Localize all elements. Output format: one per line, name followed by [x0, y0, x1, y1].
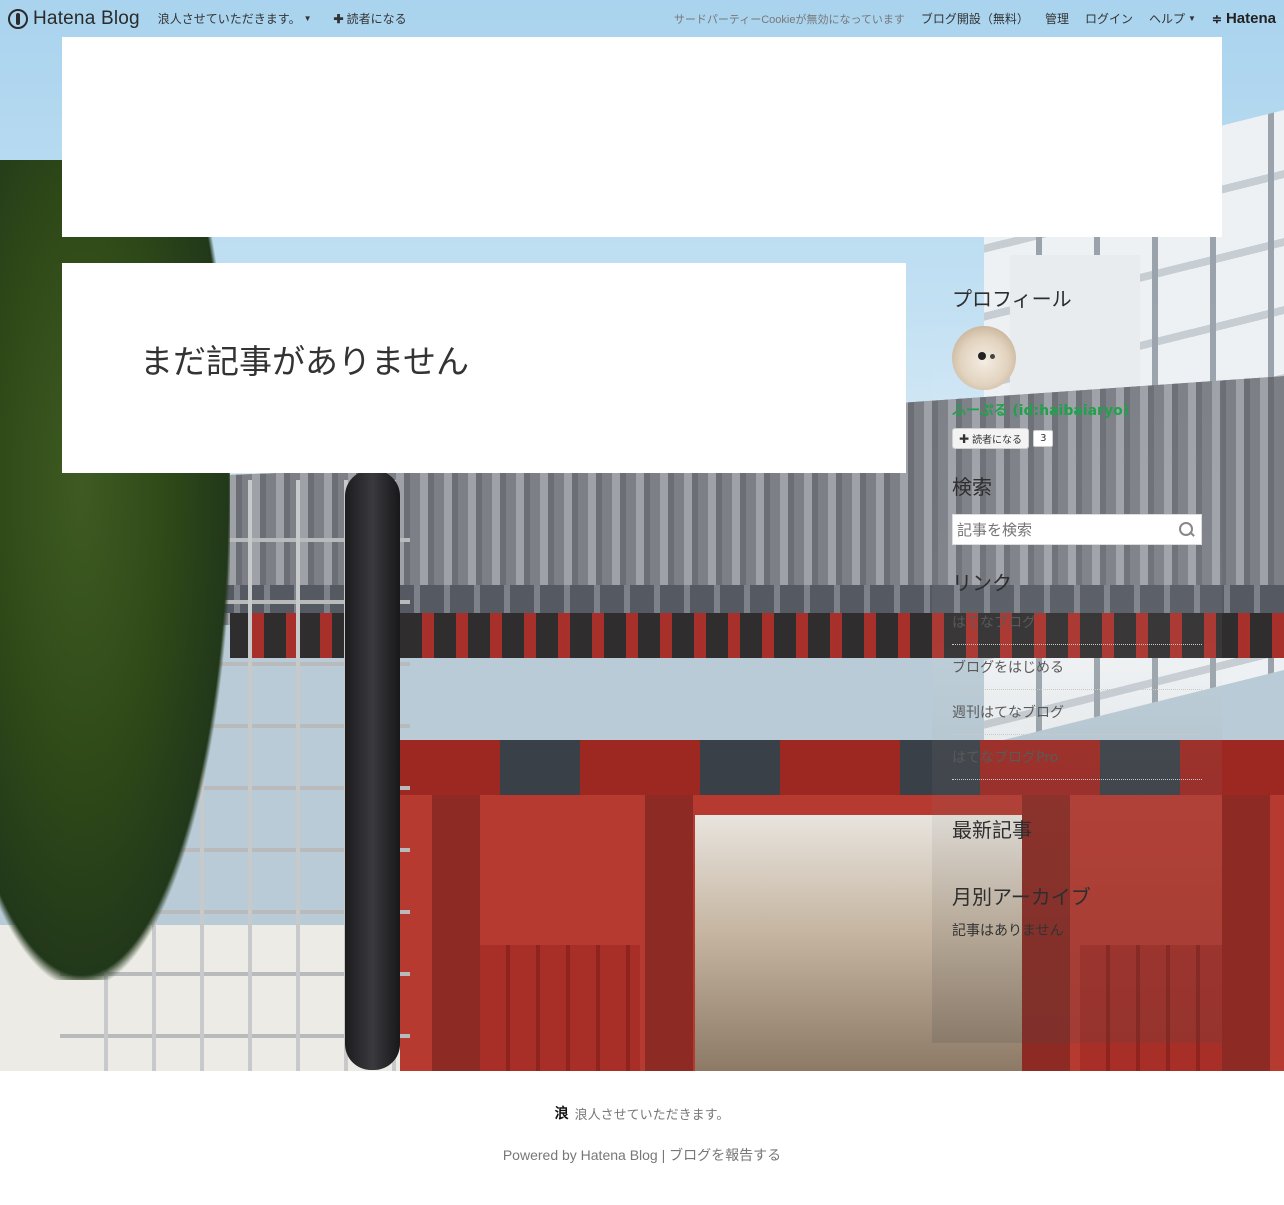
hatena-logo[interactable]: ≑ Hatena: [1212, 10, 1276, 27]
no-entries-message: まだ記事がありません: [140, 342, 470, 381]
help-label: ヘルプ: [1148, 12, 1185, 26]
footer: 浪 浪人させていただきます。 Powered by Hatena Blog | …: [0, 1071, 1284, 1205]
login-link[interactable]: ログイン: [1085, 10, 1133, 27]
link-hatena-blog-pro[interactable]: はてなブログPro: [952, 750, 1058, 766]
search-input[interactable]: [957, 520, 1177, 539]
caret-down-icon: ▼: [1187, 14, 1196, 23]
hatena-blog-logo-icon: [8, 8, 28, 29]
blog-favicon-icon: 浪: [554, 1105, 569, 1121]
bg-wrapped-pole: [345, 470, 400, 1070]
avatar[interactable]: [952, 326, 1016, 390]
link-start-blog[interactable]: ブログをはじめる: [952, 660, 1064, 676]
profile-subscribe-button[interactable]: ✚ 読者になる: [952, 428, 1030, 449]
brand-text: Hatena Blog: [33, 7, 140, 29]
list-item: はてなブログPro: [952, 735, 1202, 780]
blog-menu-dropdown[interactable]: 浪人させていただきます。 ▼: [158, 10, 312, 27]
bg-pillar: [645, 795, 693, 1071]
footer-blog-title-text: 浪人させていただきます。: [574, 1106, 730, 1122]
sidebar: プロフィール ふーぷる (id:haibaiaryo) ✚ 読者になる 3 検索…: [932, 263, 1222, 1043]
blog-menu-label: 浪人させていただきます。: [157, 12, 301, 26]
profile-subscribe-label: 読者になる: [972, 435, 1023, 446]
profile-subscribe-row: ✚ 読者になる 3: [952, 428, 1202, 449]
search-title: 検索: [952, 475, 992, 499]
recent-entries-title: 最新記事: [952, 818, 1032, 842]
bg-pillar: [1222, 795, 1270, 1071]
footer-powered-row: Powered by Hatena Blog | ブログを報告する: [0, 1145, 1284, 1165]
cookie-notice: サードパーティーCookieが無効になっています: [673, 13, 905, 26]
links-title: リンク: [952, 571, 1012, 595]
blog-header: [62, 37, 1222, 237]
profile-name-link[interactable]: ふーぷる (id:haibaiaryo): [952, 400, 1202, 420]
subscribe-button[interactable]: ✚ 読者になる: [334, 10, 407, 27]
bg-gate-door-left: [480, 945, 640, 1071]
search-icon[interactable]: [1177, 520, 1197, 540]
subscribe-label: 読者になる: [346, 12, 407, 26]
list-item: はてなブログ: [952, 600, 1202, 645]
powered-by-link[interactable]: Powered by Hatena Blog: [503, 1147, 658, 1163]
hatena-mark-icon: ≑: [1211, 11, 1222, 26]
plus-icon: ✚: [959, 431, 970, 446]
link-list: はてなブログ ブログをはじめる 週刊はてなブログ はてなブログPro: [952, 600, 1202, 780]
links-module: リンク はてなブログ ブログをはじめる 週刊はてなブログ はてなブログPro: [952, 567, 1202, 780]
search-box: [952, 514, 1202, 545]
list-item: 週刊はてなブログ: [952, 690, 1202, 735]
admin-link[interactable]: 管理: [1045, 10, 1069, 27]
global-header-right: サードパーティーCookieが無効になっています ブログ開設（無料） 管理 ログ…: [674, 10, 1276, 27]
caret-down-icon: ▼: [303, 14, 312, 23]
hatena-logo-text: Hatena: [1225, 10, 1276, 27]
list-item: ブログをはじめる: [952, 645, 1202, 690]
report-blog-link[interactable]: ブログを報告する: [669, 1147, 781, 1163]
subscriber-count: 3: [1033, 430, 1054, 447]
footer-blog-title[interactable]: 浪 浪人させていただきます。: [0, 1103, 1284, 1123]
archive-empty-text: 記事はありません: [952, 923, 1064, 939]
archive-module: 月別アーカイブ 記事はありません: [952, 881, 1202, 940]
help-dropdown[interactable]: ヘルプ ▼: [1149, 10, 1196, 27]
open-blog-link[interactable]: ブログ開設（無料）: [921, 10, 1029, 27]
hatena-blog-logo[interactable]: Hatena Blog: [8, 8, 140, 30]
link-weekly-hatena-blog[interactable]: 週刊はてなブログ: [952, 705, 1064, 721]
search-module: 検索: [952, 471, 1202, 545]
main-content: まだ記事がありません: [62, 263, 906, 473]
profile-module: プロフィール ふーぷる (id:haibaiaryo) ✚ 読者になる 3: [952, 283, 1202, 449]
plus-icon: ✚: [333, 11, 344, 26]
archive-title: 月別アーカイブ: [952, 885, 1091, 909]
recent-entries-module: 最新記事: [952, 814, 1202, 843]
global-header: Hatena Blog 浪人させていただきます。 ▼ ✚ 読者になる サードパー…: [0, 0, 1284, 37]
bg-pillar: [432, 795, 480, 1071]
link-hatena-blog[interactable]: はてなブログ: [952, 615, 1036, 631]
profile-title: プロフィール: [952, 287, 1072, 311]
footer-separator: |: [661, 1147, 666, 1163]
